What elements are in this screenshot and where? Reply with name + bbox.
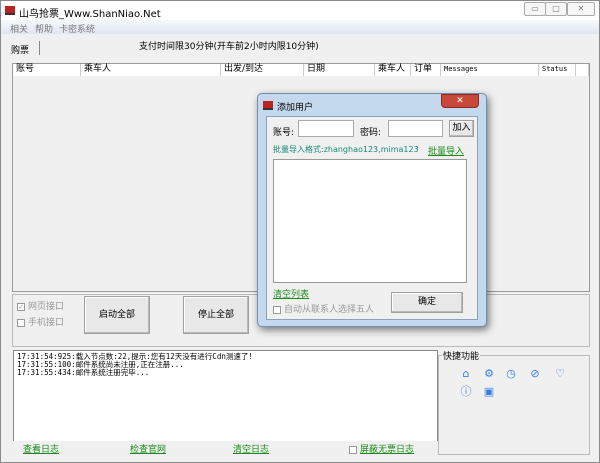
hide-noticket-log-checkbox[interactable]: 屏蔽无票日志 xyxy=(349,442,414,455)
checkbox-checked-icon: ✓ xyxy=(17,302,25,311)
col-passenger[interactable]: 乘车人 xyxy=(81,64,221,76)
col-messages[interactable]: Messages xyxy=(441,64,539,76)
checkbox-icon xyxy=(17,318,25,327)
stop-all-button[interactable]: 停止全部 xyxy=(183,296,249,334)
window-title: 山鸟抢票_Www.ShanNiao.Net xyxy=(19,9,161,20)
quick-functions-title: 快捷功能 xyxy=(442,349,481,362)
col-filler xyxy=(576,64,589,76)
log-box[interactable]: 17:31:54:925:载入节点数:22,提示:您有12天没有进行Cdn测速了… xyxy=(13,350,438,455)
clear-log-link[interactable]: 清空日志 xyxy=(233,442,269,455)
col-status[interactable]: Status xyxy=(539,64,576,76)
start-all-button[interactable]: 启动全部 xyxy=(84,296,150,334)
home-icon[interactable]: ⌂ xyxy=(460,368,472,380)
col-date[interactable]: 日期 xyxy=(304,64,375,76)
col-route[interactable]: 出发/到达 xyxy=(221,64,304,76)
check-site-link[interactable]: 检查官网 xyxy=(130,442,166,455)
dialog-body: 账号: 密码: 加入 批量导入格式:zhanghao123,mima123 批量… xyxy=(266,116,478,320)
menu-help[interactable]: 帮助 xyxy=(35,22,53,35)
dialog-title: 添加用户 xyxy=(277,103,314,113)
info-icon[interactable]: ⓘ xyxy=(460,386,472,398)
clock-icon[interactable]: ◷ xyxy=(505,368,517,380)
auto-select-checkbox[interactable]: 自动从联系人选择五人 xyxy=(273,302,374,315)
view-log-link[interactable]: 查看日志 xyxy=(23,442,59,455)
account-input[interactable] xyxy=(298,120,354,137)
dialog-close-button[interactable]: ✕ xyxy=(441,94,479,108)
contact-icon[interactable]: ▣ xyxy=(483,386,495,398)
mobile-api-checkbox[interactable]: 手机接口 xyxy=(17,315,64,328)
title-bar: 山鸟抢票_Www.ShanNiao.Net ▭ □ ✕ xyxy=(1,1,599,20)
password-input[interactable] xyxy=(388,120,443,137)
col-order[interactable]: 订单 xyxy=(411,64,441,76)
checkbox-icon xyxy=(349,445,357,454)
confirm-button[interactable]: 确定 xyxy=(391,292,463,313)
settings-icon[interactable]: ⚙ xyxy=(483,368,495,380)
close-button[interactable]: ✕ xyxy=(567,2,595,16)
tab-buy-ticket[interactable]: 购票 xyxy=(11,43,29,56)
tab-divider xyxy=(39,41,40,55)
password-label: 密码: xyxy=(360,128,382,138)
clear-list-link[interactable]: 清空列表 xyxy=(273,287,309,300)
add-user-dialog: 添加用户 ✕ 账号: 密码: 加入 批量导入格式:zhanghao123,mim… xyxy=(257,93,487,327)
web-api-checkbox[interactable]: ✓ 网页接口 xyxy=(17,299,64,312)
payment-notice: 支付时间限30分钟(开车前2小时内限10分钟) xyxy=(139,42,319,52)
maximize-button[interactable]: □ xyxy=(545,2,567,16)
dialog-app-icon xyxy=(263,101,273,110)
add-button[interactable]: 加入 xyxy=(449,120,474,137)
main-window: 山鸟抢票_Www.ShanNiao.Net ▭ □ ✕ 相关 帮助 卡密系统 购… xyxy=(0,0,600,463)
batch-import-link[interactable]: 批量导入 xyxy=(428,144,464,157)
menu-card-system[interactable]: 卡密系统 xyxy=(59,22,95,35)
account-label: 账号: xyxy=(273,128,295,138)
batch-format-hint: 批量导入格式:zhanghao123,mima123 xyxy=(273,145,419,154)
checkbox-icon xyxy=(273,305,281,314)
col-passenger-2[interactable]: 乘车人 xyxy=(375,64,411,76)
minimize-button[interactable]: ▭ xyxy=(524,2,546,16)
app-icon xyxy=(5,6,15,15)
compass-icon[interactable]: ⊘ xyxy=(529,368,541,380)
menu-related[interactable]: 相关 xyxy=(10,22,28,35)
col-account[interactable]: 账号 xyxy=(13,64,81,76)
user-list[interactable] xyxy=(273,159,467,283)
menu-bar: 相关 帮助 卡密系统 xyxy=(1,20,599,35)
heart-icon[interactable]: ♡ xyxy=(554,368,566,380)
log-line: 17:31:55:434:邮件系统注册完毕... xyxy=(17,368,150,377)
